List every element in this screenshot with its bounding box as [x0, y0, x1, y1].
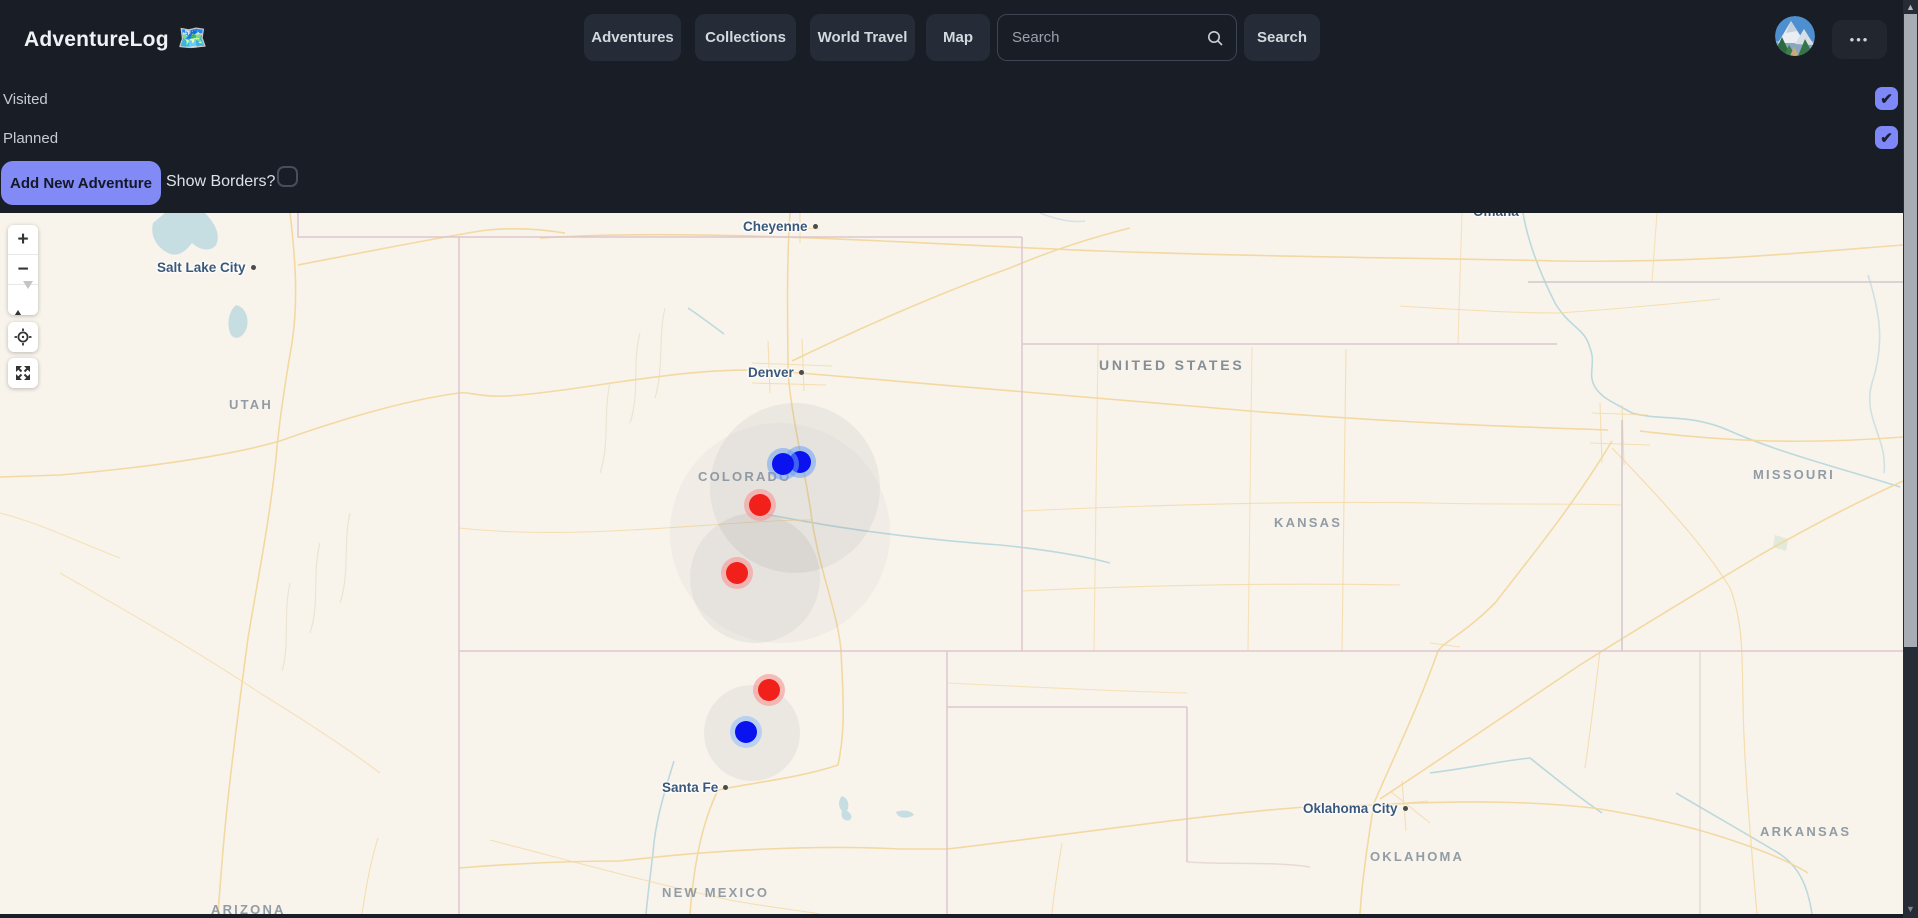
city-dot [723, 785, 728, 790]
scroll-down-arrow-icon[interactable]: ▼ [1903, 902, 1918, 916]
state-label-arkansas: ARKANSAS [1760, 824, 1851, 839]
geolocate-button[interactable] [8, 322, 38, 352]
state-label-oklahoma: OKLAHOMA [1370, 849, 1464, 864]
water-layer [152, 213, 1788, 821]
city-dot [1403, 806, 1408, 811]
state-label-kansas: KANSAS [1274, 515, 1342, 530]
road-layer [0, 213, 1903, 914]
page-scrollbar[interactable]: ▲ ▼ [1903, 0, 1918, 918]
adventure-marker-red-3[interactable] [758, 679, 780, 701]
state-label-missouri: MISSOURI [1753, 467, 1835, 482]
city-dot [251, 265, 256, 270]
ellipsis-icon: ••• [1850, 32, 1870, 47]
terrain-layer [282, 308, 665, 671]
scroll-up-arrow-icon[interactable]: ▲ [1903, 0, 1918, 14]
show-borders-checkbox[interactable] [277, 166, 298, 187]
scrollbar-thumb[interactable] [1904, 14, 1917, 647]
city-dot [813, 224, 818, 229]
city-label-cheyenne: Cheyenne [743, 219, 818, 234]
nav-collections[interactable]: Collections [695, 14, 796, 61]
overflow-menu-button[interactable]: ••• [1832, 20, 1887, 59]
adventure-marker-blue-3[interactable] [735, 721, 757, 743]
mountain-avatar-image [1775, 16, 1815, 56]
city-label-salt-lake-city: Salt Lake City [157, 260, 256, 275]
user-avatar[interactable] [1775, 16, 1815, 56]
search-icon [1206, 29, 1224, 47]
compass-needle-icon [13, 289, 33, 311]
search-input[interactable] [1012, 15, 1202, 60]
state-label-arizona: ARIZONA [211, 902, 286, 914]
geolocate-icon [14, 328, 32, 346]
search-box [997, 14, 1237, 61]
compass-button[interactable] [8, 285, 38, 315]
state-label-utah: UTAH [229, 397, 273, 412]
city-label-santa-fe: Santa Fe [662, 780, 728, 795]
app-logo-text: AdventureLog [24, 28, 169, 51]
adventure-marker-red-1[interactable] [749, 494, 771, 516]
state-label-united-states: UNITED STATES [1099, 357, 1245, 373]
visited-checkbox[interactable]: ✔ [1875, 87, 1898, 110]
fullscreen-expand-icon [14, 364, 32, 382]
check-icon: ✔ [1880, 129, 1893, 147]
adventure-marker-red-2[interactable] [726, 562, 748, 584]
visited-label: Visited [3, 91, 48, 108]
city-label-oklahoma-city: Oklahoma City [1303, 801, 1408, 816]
map-zoom-controls: + − [8, 225, 38, 315]
planned-checkbox[interactable]: ✔ [1875, 126, 1898, 149]
zoom-in-button[interactable]: + [8, 225, 38, 255]
nav-adventures[interactable]: Adventures [584, 14, 681, 61]
nav-map[interactable]: Map [926, 14, 990, 61]
planned-label: Planned [3, 130, 58, 147]
city-label-denver: Denver [748, 365, 804, 380]
map[interactable]: + − UTAHCOLORADOUNITED STATESKANSASMISSO… [0, 213, 1903, 914]
map-canvas [0, 213, 1903, 914]
show-borders-label: Show Borders? [166, 173, 275, 191]
search-button[interactable]: Search [1244, 14, 1320, 61]
adventure-marker-blue-1[interactable] [772, 453, 794, 475]
city-label-omaha: Omaha [1473, 213, 1519, 219]
nav-world-travel[interactable]: World Travel [810, 14, 915, 61]
city-dot [799, 370, 804, 375]
app-logo[interactable]: AdventureLog 🗺️ [24, 24, 208, 53]
check-icon: ✔ [1880, 90, 1893, 108]
add-new-adventure-button[interactable]: Add New Adventure [1, 161, 161, 205]
state-label-new-mexico: NEW MEXICO [662, 885, 769, 900]
world-map-emoji-icon: 🗺️ [178, 25, 208, 52]
border-layer [298, 213, 1903, 914]
adventurelog-app: AdventureLog 🗺️ Adventures Collections Wo… [0, 0, 1918, 918]
fullscreen-button[interactable] [8, 358, 38, 388]
